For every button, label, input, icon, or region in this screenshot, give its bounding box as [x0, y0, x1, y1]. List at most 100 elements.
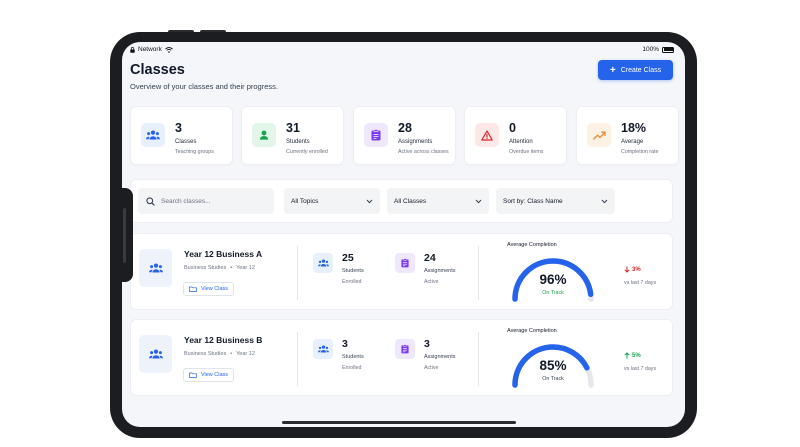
users-icon: [313, 339, 333, 359]
battery-percent: 100%: [642, 46, 659, 53]
trend-sub: vs last 7 days: [624, 366, 657, 372]
stat-label: Assignments: [398, 139, 433, 145]
divider: [478, 332, 479, 386]
classes-select[interactable]: All Classes: [387, 188, 489, 214]
wifi-icon: [165, 46, 173, 53]
stat-value: 18%: [621, 121, 647, 135]
classes-select-value: All Classes: [394, 197, 427, 205]
stat-card-students: 31 Students Currently enrolled: [241, 106, 344, 165]
network-label: Network: [138, 46, 162, 53]
class-meta: Business Studies • Year 12: [184, 265, 255, 271]
gauge-title: Average Completion: [507, 242, 557, 248]
students-count: 25: [342, 252, 354, 264]
assignments-count: 24: [424, 252, 436, 264]
clipboard-icon: [395, 253, 415, 273]
class-name: Year 12 Business A: [184, 249, 263, 259]
students-count: 3: [342, 338, 348, 350]
trend-value: 5%: [632, 352, 641, 359]
folder-icon: [189, 372, 197, 378]
arrow-down-icon: [624, 266, 630, 273]
class-meta: Business Studies • Year 12: [184, 351, 255, 357]
page-title: Classes: [130, 62, 185, 78]
assignments-label: Assignments: [424, 268, 456, 274]
meta-separator: •: [230, 351, 233, 357]
users-icon: [141, 123, 165, 147]
assignments-sub: Active: [424, 365, 439, 371]
plus-icon: +: [609, 64, 616, 76]
meta-separator: •: [230, 265, 233, 271]
clipboard-icon: [364, 123, 388, 147]
page-subtitle: Overview of your classes and their progr…: [130, 82, 278, 91]
search-icon: [146, 196, 155, 206]
completion-status: On Track: [542, 290, 564, 296]
assignments-sub: Active: [424, 279, 439, 285]
clipboard-icon: [395, 339, 415, 359]
topics-select-value: All Topics: [291, 197, 319, 205]
chevron-down-icon: [475, 199, 482, 203]
search-box[interactable]: [138, 188, 274, 214]
view-class-button[interactable]: View Class: [183, 282, 234, 296]
divider: [478, 246, 479, 300]
sort-select-value: Sort by: Class Name: [503, 197, 563, 205]
trend-indicator: 3%: [624, 266, 641, 273]
trend-indicator: 5%: [624, 352, 641, 359]
create-class-label: Create Class: [620, 66, 662, 74]
completion-value: 85%: [539, 358, 567, 373]
class-year: Year 12: [236, 351, 255, 357]
stat-value: 31: [286, 121, 300, 135]
assignments-label: Assignments: [424, 354, 456, 360]
stat-value: 28: [398, 121, 412, 135]
class-card: Year 12 Business B Business Studies • Ye…: [130, 319, 673, 396]
completion-status: On Track: [542, 376, 564, 382]
users-icon: [313, 253, 333, 273]
sort-select[interactable]: Sort by: Class Name: [496, 188, 615, 214]
students-sub: Enrolled: [342, 365, 362, 371]
class-subject: Business Studies: [184, 351, 227, 357]
stat-sub: Completion rate: [621, 149, 659, 155]
class-subject: Business Studies: [184, 265, 227, 271]
home-indicator: [282, 421, 516, 424]
view-class-label: View Class: [200, 286, 229, 292]
trend-value: 3%: [632, 266, 641, 273]
stat-card-assignments: 28 Assignments Active across classes: [353, 106, 456, 165]
lock-icon: [130, 46, 135, 53]
class-card: Year 12 Business A Business Studies • Ye…: [130, 233, 673, 310]
filter-bar: All Topics All Classes Sort by: Class Na…: [130, 179, 673, 223]
stat-label: Attention: [509, 139, 533, 145]
status-bar: Network 100%: [122, 42, 685, 58]
gauge-title: Average Completion: [507, 328, 557, 334]
trend-sub: vs last 7 days: [624, 280, 657, 286]
stat-value: 3: [175, 121, 182, 135]
users-icon: [139, 249, 172, 287]
user-icon: [252, 123, 276, 147]
view-class-button[interactable]: View Class: [183, 368, 234, 382]
stat-label: Classes: [175, 139, 197, 145]
side-panel-handle-grip: [123, 208, 126, 263]
view-class-label: View Class: [200, 372, 229, 378]
users-icon: [139, 335, 172, 373]
trending-up-icon: [587, 123, 611, 147]
students-sub: Enrolled: [342, 279, 362, 285]
stat-card-classes: 3 Classes Teaching groups: [130, 106, 233, 165]
folder-icon: [189, 286, 197, 292]
battery-icon: [662, 46, 674, 53]
chevron-down-icon: [366, 199, 373, 203]
students-label: Students: [342, 268, 364, 274]
search-input[interactable]: [161, 197, 271, 205]
create-class-button[interactable]: + Create Class: [598, 60, 673, 80]
stat-sub: Active across classes: [398, 149, 449, 155]
class-year: Year 12: [236, 265, 255, 271]
stat-sub: Teaching groups: [175, 149, 214, 155]
stat-card-average: 18% Average Completion rate: [576, 106, 679, 165]
students-label: Students: [342, 354, 364, 360]
stat-sub: Currently enrolled: [286, 149, 328, 155]
screen: Network 100% Classes Overview of your cl…: [122, 42, 685, 427]
topics-select[interactable]: All Topics: [284, 188, 380, 214]
divider: [297, 332, 298, 386]
alert-triangle-icon: [475, 123, 499, 147]
chevron-down-icon: [601, 199, 608, 203]
stat-label: Average: [621, 139, 644, 145]
stat-card-attention: 0 Attention Overdue items: [464, 106, 567, 165]
stat-label: Students: [286, 139, 310, 145]
completion-value: 96%: [539, 272, 567, 287]
